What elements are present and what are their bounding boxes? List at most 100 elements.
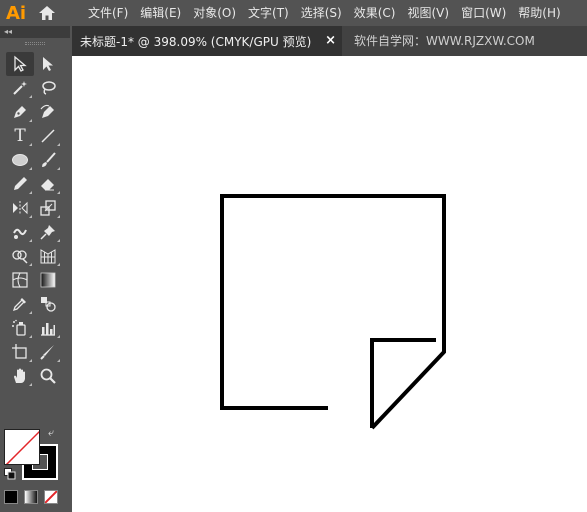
artboard-canvas[interactable] — [72, 56, 587, 512]
tool-group-indicator — [29, 215, 32, 218]
curvature-tool[interactable] — [34, 100, 62, 124]
blend-tool[interactable] — [34, 292, 62, 316]
tool-group-indicator — [57, 191, 60, 194]
tool-row — [6, 100, 70, 124]
home-icon — [39, 6, 55, 20]
fill-swatch[interactable] — [4, 429, 40, 465]
lasso-tool[interactable] — [34, 76, 62, 100]
artwork[interactable] — [72, 56, 587, 512]
reflect-tool[interactable] — [6, 196, 34, 220]
artboard-tool[interactable] — [6, 340, 34, 364]
tool-row — [6, 196, 70, 220]
document-tab[interactable]: 未标题-1* @ 398.09% (CMYK/GPU 预览) × — [72, 26, 342, 56]
type-icon: T — [14, 126, 26, 146]
symbol-sprayer-tool[interactable] — [6, 316, 34, 340]
paintbrush-tool[interactable] — [34, 148, 62, 172]
menu-select[interactable]: 选择(S) — [295, 0, 348, 26]
panel-grip[interactable] — [0, 38, 70, 48]
knife-slice-icon — [40, 345, 54, 360]
eyedropper-tool[interactable] — [6, 292, 34, 316]
tools-panel: ◂◂ T ⤶ — [0, 26, 70, 512]
zoom-tool[interactable] — [34, 364, 62, 388]
tool-group-indicator — [29, 191, 32, 194]
swap-fill-stroke-icon[interactable]: ⤶ — [48, 426, 54, 440]
menu-object[interactable]: 对象(O) — [187, 0, 242, 26]
collapse-panel-icon[interactable]: ◂◂ — [4, 26, 12, 38]
selection-tool[interactable] — [6, 52, 34, 76]
shape-builder-tool[interactable] — [6, 244, 34, 268]
no-fill-slash-icon — [5, 430, 39, 464]
warp-icon — [13, 228, 27, 239]
scale-tool[interactable] — [34, 196, 62, 220]
symbol-sprayer-icon — [12, 319, 26, 336]
menu-help[interactable]: 帮助(H) — [512, 0, 566, 26]
paintbrush-icon — [42, 152, 56, 167]
pen-tool[interactable] — [6, 100, 34, 124]
eraser-tool[interactable] — [34, 172, 62, 196]
tool-group-indicator — [29, 239, 32, 242]
mesh-icon — [12, 272, 28, 288]
menu-file[interactable]: 文件(F) — [82, 0, 134, 26]
tool-group-indicator — [57, 167, 60, 170]
tool-group-indicator — [29, 263, 32, 266]
page-fold-path[interactable] — [370, 338, 436, 428]
document-tab-title: 未标题-1* @ 398.09% (CMYK/GPU 预览) — [80, 34, 312, 49]
tool-group-indicator — [29, 335, 32, 338]
ellipse-icon — [12, 154, 28, 166]
perspective-grid-icon — [40, 249, 56, 264]
direct-selection-arrow-icon — [43, 57, 53, 71]
hand-tool[interactable] — [6, 364, 34, 388]
tool-group-indicator — [29, 167, 32, 170]
gradient-tool[interactable] — [34, 268, 62, 292]
color-mode-row — [4, 490, 58, 504]
watermark-text: 软件自学网：WWW.RJZXW.COM — [354, 34, 535, 48]
tool-group-indicator — [29, 143, 32, 146]
tool-group-indicator — [57, 359, 60, 362]
tool-group-indicator — [29, 95, 32, 98]
line-segment-tool[interactable] — [34, 124, 62, 148]
document-tab-bar: 未标题-1* @ 398.09% (CMYK/GPU 预览) × 软件自学网：W… — [72, 26, 587, 56]
pushpin-icon — [40, 225, 55, 240]
gradient-button[interactable] — [24, 490, 38, 504]
magic-wand-tool[interactable] — [6, 76, 34, 100]
gradient-icon — [40, 272, 56, 288]
artboard-icon — [12, 344, 27, 359]
magnifier-icon — [40, 368, 56, 384]
column-graph-tool[interactable] — [34, 316, 62, 340]
tool-row — [6, 244, 70, 268]
perspective-grid-tool[interactable] — [34, 244, 62, 268]
color-button[interactable] — [4, 490, 18, 504]
menu-edit[interactable]: 编辑(E) — [134, 0, 187, 26]
hand-icon — [14, 368, 25, 383]
direct-selection-tool[interactable] — [34, 52, 62, 76]
pencil-tool[interactable] — [6, 172, 34, 196]
puppet-warp-tool[interactable] — [34, 220, 62, 244]
app-logo-text: Ai — [5, 2, 27, 24]
menu-type[interactable]: 文字(T) — [242, 0, 295, 26]
tool-row — [6, 364, 70, 388]
warp-tool[interactable] — [6, 220, 34, 244]
default-colors-icon[interactable] — [4, 468, 16, 480]
reflect-icon — [13, 201, 28, 215]
eyedropper-icon — [12, 298, 26, 312]
type-tool[interactable]: T — [6, 124, 34, 148]
fill-stroke-area: ⤶ — [4, 426, 64, 486]
tool-row — [6, 340, 70, 364]
ellipse-tool[interactable] — [6, 148, 34, 172]
selection-arrow-icon — [14, 55, 27, 72]
scale-icon — [40, 200, 56, 216]
menu-effect[interactable]: 效果(C) — [348, 0, 402, 26]
page-outline-path[interactable] — [220, 194, 446, 430]
tool-group-indicator — [57, 263, 60, 266]
slice-tool[interactable] — [34, 340, 62, 364]
mesh-tool[interactable] — [6, 268, 34, 292]
lasso-icon — [42, 81, 56, 95]
menu-window[interactable]: 窗口(W) — [455, 0, 512, 26]
none-slash-icon — [45, 491, 57, 503]
tab-close-button[interactable]: × — [325, 33, 336, 48]
none-button[interactable] — [44, 490, 58, 504]
home-button[interactable] — [32, 0, 62, 26]
menu-view[interactable]: 视图(V) — [401, 0, 455, 26]
tool-group-indicator — [57, 215, 60, 218]
tool-row — [6, 292, 70, 316]
